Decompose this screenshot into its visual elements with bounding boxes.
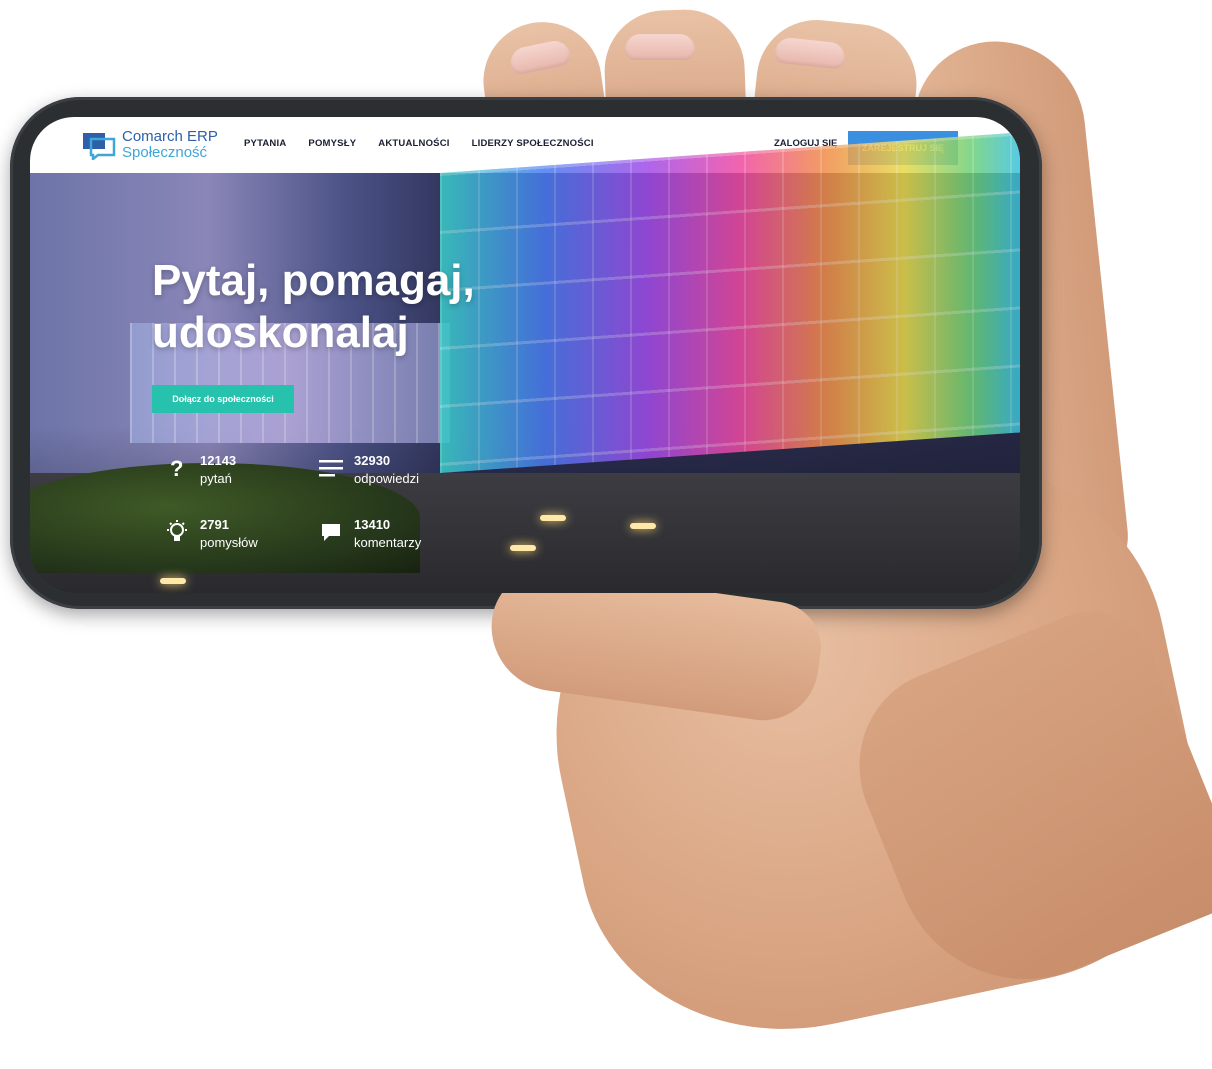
brand-subtitle: Społeczność (122, 144, 208, 161)
nav-item-liderzy[interactable]: LIDERZY SPOŁECZNOŚCI (472, 138, 594, 149)
illuminated-facade (440, 132, 1020, 473)
hero-title-line2: udoskonalaj (152, 308, 409, 357)
nav-item-aktualnosci[interactable]: AKTUALNOŚCI (378, 138, 449, 149)
stat-number: 2791 (200, 517, 229, 532)
fingernail (625, 34, 695, 60)
comment-icon (316, 517, 346, 547)
path-light (630, 523, 656, 529)
question-icon: ? (162, 453, 192, 483)
stat-ideas: 2791 pomysłów (162, 517, 258, 553)
hero-title-line1: Pytaj, pomagaj, (152, 256, 475, 305)
logo[interactable]: Comarch ERP Społeczność (82, 129, 218, 161)
hero-section: Pytaj, pomagaj, udoskonalaj Dołącz do sp… (30, 132, 1020, 593)
lines-icon (316, 453, 346, 483)
stat-answers: 32930 odpowiedzi (316, 453, 419, 489)
svg-text:?: ? (170, 457, 183, 479)
stat-number: 32930 (354, 453, 391, 468)
stat-number: 12143 (200, 453, 237, 468)
path-light (540, 515, 566, 521)
path-light (160, 578, 186, 584)
nav-item-pytania[interactable]: PYTANIA (244, 138, 286, 149)
stat-comments: 13410 komentarzy (316, 517, 421, 553)
stat-label: komentarzy (354, 535, 422, 550)
hero-title: Pytaj, pomagaj, udoskonalaj (152, 255, 512, 359)
lightbulb-icon (162, 517, 192, 547)
nav-item-pomysly[interactable]: POMYSŁY (308, 138, 356, 149)
brand-name: Comarch ERP (122, 128, 218, 145)
stat-questions: ? 12143 pytań (162, 453, 236, 489)
path-light (510, 545, 536, 551)
stat-label: odpowiedzi (354, 471, 420, 486)
stat-number: 13410 (354, 517, 391, 532)
stat-label: pomysłów (200, 535, 258, 550)
chat-logo-icon (83, 133, 116, 160)
stat-label: pytań (200, 471, 232, 486)
join-community-button[interactable]: Dołącz do społeczności (152, 385, 294, 413)
phone-screen: Comarch ERP Społeczność PYTANIA POMYSŁY … (30, 117, 1020, 593)
main-nav: PYTANIA POMYSŁY AKTUALNOŚCI LIDERZY SPOŁ… (244, 138, 594, 149)
